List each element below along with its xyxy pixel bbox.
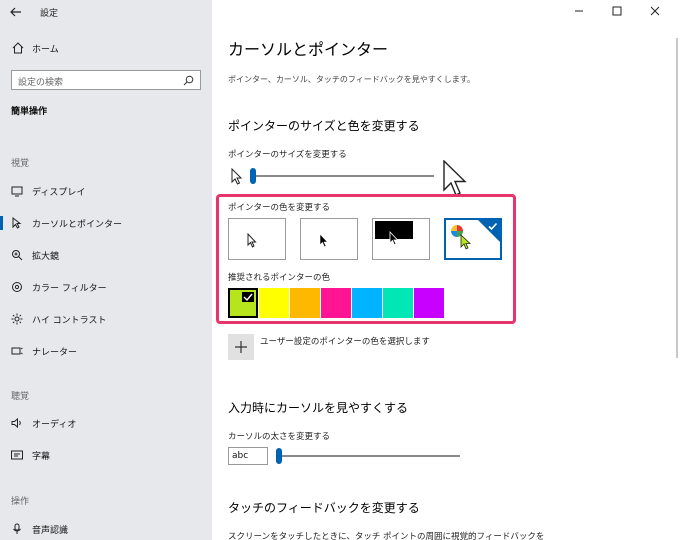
back-arrow-icon[interactable] [9, 5, 23, 19]
custom-color-button[interactable] [228, 334, 254, 360]
suggested-colors-label: 推奨されるポインターの色 [228, 273, 331, 283]
sidebar-item-narrator[interactable]: ナレーター [0, 340, 212, 362]
sidebar-item-label: ナレーター [32, 348, 78, 358]
suggested-color-swatch[interactable] [290, 288, 320, 318]
cursor-thickness-slider-thumb[interactable] [276, 448, 282, 464]
cursor-preview-field[interactable]: abc [228, 447, 268, 465]
monitor-icon [11, 186, 23, 197]
sidebar-item-cursor[interactable]: カーソルとポインター [0, 212, 212, 234]
sidebar-item-audio[interactable]: オーディオ [0, 412, 212, 434]
cursor-thickness-label: カーソルの太さを変更する [228, 432, 331, 442]
group-heading-vision: 視覚 [11, 159, 30, 169]
sidebar-section-heading: 簡単操作 [11, 107, 48, 117]
inverted-pointer-icon [389, 231, 399, 246]
pointer-color-inverted[interactable] [372, 218, 430, 260]
pointer-color-white[interactable] [228, 218, 286, 260]
checkmark-icon [242, 292, 254, 302]
captions-icon [11, 450, 23, 460]
touch-feedback-text: スクリーンをタッチしたときに、タッチ ポイントの周囲に視覚的フィードバックを [228, 532, 545, 540]
titlebar-left: 設定 [0, 0, 212, 24]
sidebar-item-home[interactable]: ホーム [0, 36, 212, 60]
search-icon [183, 75, 194, 86]
pointer-size-slider-thumb[interactable] [250, 168, 256, 184]
microphone-icon [13, 523, 21, 534]
brightness-icon [11, 313, 23, 325]
suggested-color-swatch[interactable] [259, 288, 289, 318]
custom-color-label: ユーザー設定のポインターの色を選択します [260, 337, 430, 347]
suggested-color-swatch[interactable] [352, 288, 382, 318]
scrollbar[interactable] [676, 38, 678, 358]
sidebar-item-label: カラー フィルター [32, 284, 107, 294]
suggested-color-swatch[interactable] [228, 288, 258, 318]
checkmark-icon [488, 222, 498, 231]
small-pointer-icon [231, 168, 243, 185]
narrator-icon [11, 347, 23, 355]
large-pointer-icon [443, 160, 467, 196]
sidebar-item-label: カーソルとポインター [32, 220, 123, 230]
pointer-color-black[interactable] [300, 218, 358, 260]
color-filter-icon [12, 282, 22, 292]
pointer-color-custom[interactable] [444, 218, 502, 260]
search-input[interactable]: 設定の検索 [11, 70, 201, 90]
suggested-color-swatch[interactable] [321, 288, 351, 318]
magnifier-icon [12, 250, 23, 261]
search-placeholder: 設定の検索 [18, 78, 64, 88]
sidebar: 設定 ホーム 設定の検索 簡単操作 視覚 ディスプレイ カーソルとポインター 拡… [0, 0, 212, 540]
sidebar-item-label: ハイ コントラスト [32, 316, 107, 326]
sidebar-item-high-contrast[interactable]: ハイ コントラスト [0, 308, 212, 330]
page-title: カーソルとポインター [228, 40, 389, 59]
window-controls [570, 0, 680, 24]
white-pointer-icon [247, 233, 257, 248]
black-pointer-icon [319, 233, 329, 248]
sidebar-item-color-filter[interactable]: カラー フィルター [0, 276, 212, 298]
minimize-icon[interactable] [572, 4, 586, 18]
group-heading-hearing: 聴覚 [11, 392, 30, 402]
pointer-color-label: ポインターの色を変更する [228, 203, 331, 213]
cursor-visibility-heading: 入力時にカーソルを見やすくする [228, 401, 409, 415]
touch-feedback-heading: タッチのフィードバックを変更する [228, 501, 420, 515]
sidebar-item-label: ホーム [32, 45, 59, 55]
active-indicator [0, 216, 3, 230]
window-title: 設定 [40, 9, 59, 19]
pointer-size-slider-track[interactable] [254, 175, 434, 177]
sidebar-item-label: 字幕 [32, 452, 51, 462]
maximize-icon[interactable] [610, 4, 624, 18]
sidebar-item-magnifier[interactable]: 拡大鏡 [0, 244, 212, 266]
page-description: ポインター、カーソル、タッチのフィードバックを見やすくします。 [228, 75, 475, 84]
cursor-thickness-slider-track[interactable] [276, 455, 460, 457]
speaker-icon [11, 417, 21, 429]
plus-icon [235, 341, 247, 353]
sidebar-item-captions[interactable]: 字幕 [0, 444, 212, 466]
sidebar-item-display[interactable]: ディスプレイ [0, 180, 212, 202]
suggested-color-swatch[interactable] [383, 288, 413, 318]
sidebar-item-label: ディスプレイ [32, 188, 86, 198]
pointer-size-label: ポインターのサイズを変更する [228, 150, 347, 160]
custom-pointer-icon [460, 234, 472, 250]
suggested-color-swatch[interactable] [414, 288, 444, 318]
pointer-icon [12, 217, 22, 229]
sidebar-item-label: 拡大鏡 [32, 252, 60, 262]
main-content: カーソルとポインター ポインター、カーソル、タッチのフィードバックを見やすくしま… [212, 0, 680, 540]
sidebar-item-label: オーディオ [32, 420, 77, 430]
sidebar-item-speech[interactable]: 音声認識 [0, 518, 212, 540]
close-icon[interactable] [648, 4, 662, 18]
sidebar-item-label: 音声認識 [32, 526, 69, 536]
pointer-size-color-heading: ポインターのサイズと色を変更する [228, 119, 420, 133]
cursor-preview-text: abc [232, 451, 249, 461]
home-icon [12, 42, 24, 54]
group-heading-interaction: 操作 [11, 497, 30, 507]
